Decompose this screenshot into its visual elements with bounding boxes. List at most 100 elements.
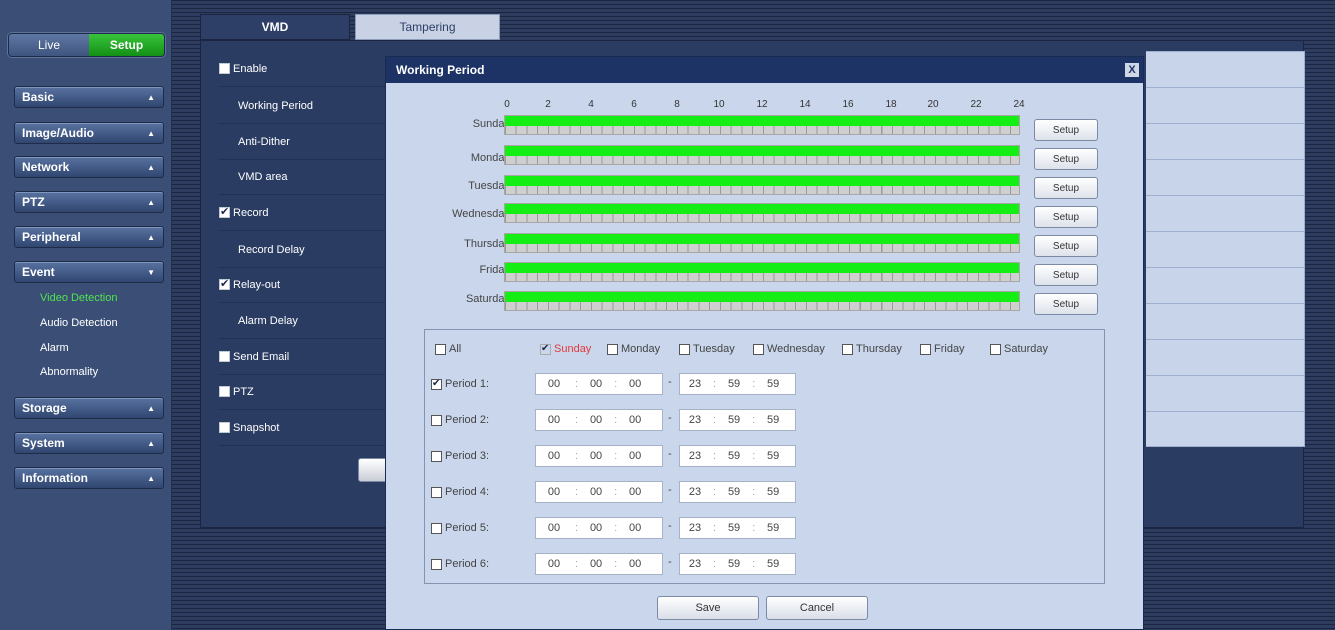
- obscured-button[interactable]: [358, 458, 388, 482]
- setting-relay-out[interactable]: Relay-out: [219, 267, 394, 303]
- checkbox[interactable]: [679, 343, 690, 355]
- setting-record[interactable]: Record: [219, 195, 394, 231]
- period-row-1[interactable]: Period 1:: [431, 374, 489, 394]
- close-icon[interactable]: X: [1125, 63, 1139, 77]
- hour[interactable]: 23: [680, 522, 710, 534]
- setting-ptz[interactable]: PTZ: [219, 374, 394, 410]
- schedule-bar-tuesday[interactable]: [504, 175, 1020, 195]
- period-1-start-time[interactable]: 00: 00: 00: [535, 373, 663, 395]
- minute[interactable]: 59: [719, 450, 749, 462]
- period-5-start-time[interactable]: 00: 00: 00: [535, 517, 663, 539]
- hour[interactable]: 23: [680, 378, 710, 390]
- day-check-friday[interactable]: Friday: [920, 343, 965, 355]
- minute[interactable]: 59: [719, 558, 749, 570]
- sidebar-item-audio-detection[interactable]: Audio Detection: [40, 317, 118, 329]
- period-checkbox[interactable]: [431, 486, 442, 498]
- setup-button-saturday[interactable]: Setup: [1034, 293, 1098, 315]
- schedule-bar-friday[interactable]: [504, 262, 1020, 282]
- checkbox[interactable]: [540, 343, 551, 355]
- hour[interactable]: 00: [536, 378, 572, 390]
- second[interactable]: 00: [620, 414, 650, 426]
- minute[interactable]: 00: [581, 558, 611, 570]
- second[interactable]: 59: [758, 486, 788, 498]
- hour[interactable]: 00: [536, 558, 572, 570]
- checkbox[interactable]: [842, 343, 853, 355]
- cancel-button[interactable]: Cancel: [766, 596, 868, 620]
- tab-tampering[interactable]: Tampering: [355, 14, 500, 40]
- setup-button-friday[interactable]: Setup: [1034, 264, 1098, 286]
- ptz-checkbox[interactable]: [219, 386, 230, 397]
- sidebar-item-abnormality[interactable]: Abnormality: [40, 366, 98, 378]
- day-check-tuesday[interactable]: Tuesday: [679, 343, 735, 355]
- second[interactable]: 59: [758, 450, 788, 462]
- hour[interactable]: 23: [680, 558, 710, 570]
- all-days-checkbox[interactable]: All: [435, 343, 461, 355]
- menu-storage[interactable]: Storage ▲: [14, 397, 164, 419]
- save-button[interactable]: Save: [657, 596, 759, 620]
- second[interactable]: 00: [620, 558, 650, 570]
- sidebar-item-alarm[interactable]: Alarm: [40, 342, 69, 354]
- setting-snapshot[interactable]: Snapshot: [219, 410, 394, 446]
- period-row-4[interactable]: Period 4:: [431, 482, 489, 502]
- minute[interactable]: 00: [581, 414, 611, 426]
- schedule-bar-saturday[interactable]: [504, 291, 1020, 311]
- hour[interactable]: 00: [536, 414, 572, 426]
- period-1-end-time[interactable]: 23: 59: 59: [679, 373, 796, 395]
- period-6-end-time[interactable]: 23: 59: 59: [679, 553, 796, 575]
- setup-button-monday[interactable]: Setup: [1034, 148, 1098, 170]
- period-row-5[interactable]: Period 5:: [431, 518, 489, 538]
- checkbox[interactable]: [753, 343, 764, 355]
- period-checkbox[interactable]: [431, 558, 442, 570]
- period-4-start-time[interactable]: 00: 00: 00: [535, 481, 663, 503]
- period-6-start-time[interactable]: 00: 00: 00: [535, 553, 663, 575]
- checkbox[interactable]: [435, 343, 446, 355]
- menu-network[interactable]: Network ▲: [14, 156, 164, 178]
- sidebar-item-video-detection[interactable]: Video Detection: [40, 292, 117, 304]
- period-5-end-time[interactable]: 23: 59: 59: [679, 517, 796, 539]
- hour[interactable]: 00: [536, 450, 572, 462]
- menu-information[interactable]: Information ▲: [14, 467, 164, 489]
- tab-vmd[interactable]: VMD: [200, 14, 350, 40]
- hour[interactable]: 23: [680, 450, 710, 462]
- checkbox[interactable]: [607, 343, 618, 355]
- second[interactable]: 00: [620, 450, 650, 462]
- menu-system[interactable]: System ▲: [14, 432, 164, 454]
- period-checkbox[interactable]: [431, 378, 442, 390]
- record-checkbox[interactable]: [219, 205, 230, 218]
- day-check-saturday[interactable]: Saturday: [990, 343, 1048, 355]
- minute[interactable]: 00: [581, 522, 611, 534]
- relay-out-checkbox[interactable]: [219, 277, 230, 290]
- setup-button-thursday[interactable]: Setup: [1034, 235, 1098, 257]
- second[interactable]: 59: [758, 522, 788, 534]
- send-email-checkbox[interactable]: [219, 351, 230, 362]
- period-3-end-time[interactable]: 23: 59: 59: [679, 445, 796, 467]
- minute[interactable]: 00: [581, 486, 611, 498]
- schedule-bar-wednesday[interactable]: [504, 203, 1020, 223]
- minute[interactable]: 00: [581, 450, 611, 462]
- menu-ptz[interactable]: PTZ ▲: [14, 191, 164, 213]
- setting-enable[interactable]: Enable: [219, 51, 394, 87]
- hour[interactable]: 00: [536, 486, 572, 498]
- minute[interactable]: 59: [719, 522, 749, 534]
- second[interactable]: 59: [758, 378, 788, 390]
- checkbox[interactable]: [990, 343, 1001, 355]
- second[interactable]: 00: [620, 522, 650, 534]
- period-checkbox[interactable]: [431, 414, 442, 426]
- day-check-wednesday[interactable]: Wednesday: [753, 343, 825, 355]
- period-4-end-time[interactable]: 23: 59: 59: [679, 481, 796, 503]
- live-button[interactable]: Live: [9, 34, 89, 56]
- period-2-start-time[interactable]: 00: 00: 00: [535, 409, 663, 431]
- minute[interactable]: 59: [719, 378, 749, 390]
- period-3-start-time[interactable]: 00: 00: 00: [535, 445, 663, 467]
- menu-basic[interactable]: Basic ▲: [14, 86, 164, 108]
- minute[interactable]: 59: [719, 414, 749, 426]
- setup-button-tuesday[interactable]: Setup: [1034, 177, 1098, 199]
- checkbox[interactable]: [920, 343, 931, 355]
- setup-button[interactable]: Setup: [89, 34, 164, 56]
- day-check-sunday[interactable]: Sunday: [540, 343, 591, 355]
- period-checkbox[interactable]: [431, 522, 442, 534]
- second[interactable]: 00: [620, 486, 650, 498]
- period-row-6[interactable]: Period 6:: [431, 554, 489, 574]
- setup-button-sunday[interactable]: Setup: [1034, 119, 1098, 141]
- schedule-bar-thursday[interactable]: [504, 233, 1020, 253]
